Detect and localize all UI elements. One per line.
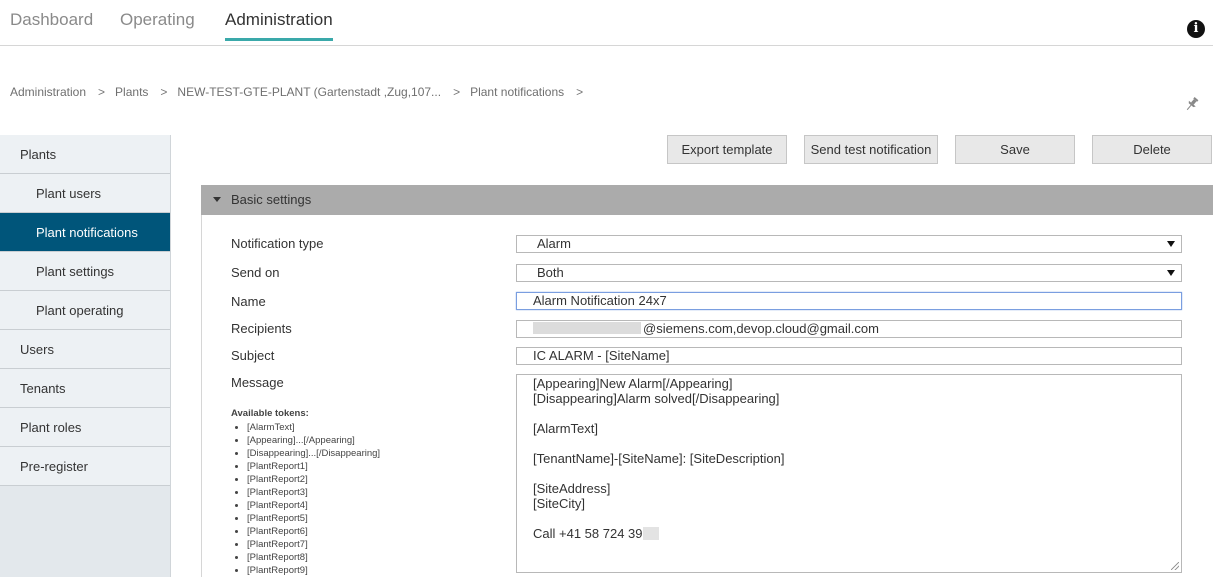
breadcrumb-plant[interactable]: NEW-TEST-GTE-PLANT (Gartenstadt ,Zug,107… [177, 85, 441, 99]
redacted-text [642, 527, 659, 540]
token-item: [PlantReport7] [231, 538, 380, 551]
breadcrumb-plants[interactable]: Plants [115, 85, 148, 99]
tokens-title: Available tokens: [231, 408, 309, 419]
basic-settings-header[interactable]: Basic settings [201, 185, 1213, 215]
breadcrumb-administration[interactable]: Administration [10, 85, 86, 99]
message-line [533, 466, 1165, 481]
message-line: [SiteAddress] [533, 481, 611, 496]
message-line [533, 436, 1165, 451]
breadcrumb-separator: > [576, 85, 584, 99]
message-label: Message [231, 375, 284, 390]
subject-input[interactable]: IC ALARM - [SiteName] [516, 347, 1182, 365]
available-tokens: Available tokens: [AlarmText] [Appearing… [231, 408, 380, 577]
send-on-label: Send on [231, 265, 280, 280]
subject-label: Subject [231, 348, 275, 363]
sidebar-item-tenants[interactable]: Tenants [0, 369, 170, 408]
token-item: [Appearing]...[/Appearing] [231, 434, 380, 447]
subject-value: IC ALARM - [SiteName] [533, 348, 670, 363]
breadcrumb-separator: > [98, 85, 106, 99]
name-input[interactable]: Alarm Notification 24x7 [516, 292, 1182, 310]
sidebar-item-plant-notifications[interactable]: Plant notifications [0, 213, 170, 252]
section-title: Basic settings [231, 192, 312, 207]
name-value: Alarm Notification 24x7 [533, 293, 667, 308]
tokens-list: [AlarmText] [Appearing]...[/Appearing] [… [231, 421, 380, 577]
dropdown-arrow-icon [1167, 270, 1175, 276]
delete-button[interactable]: Delete [1092, 135, 1212, 164]
notification-type-value: Alarm [537, 236, 571, 251]
send-test-notification-button[interactable]: Send test notification [804, 135, 938, 164]
sidebar-item-plant-operating[interactable]: Plant operating [0, 291, 170, 330]
message-line [533, 406, 1165, 421]
token-item: [PlantReport6] [231, 525, 380, 538]
message-line: [SiteCity] [533, 496, 586, 511]
dropdown-arrow-icon [1167, 241, 1175, 247]
name-label: Name [231, 294, 266, 309]
tab-dashboard[interactable]: Dashboard [10, 10, 93, 30]
sidebar: Plants Plant users Plant notifications P… [0, 135, 171, 577]
info-icon[interactable]: i [1187, 20, 1205, 38]
notification-type-label: Notification type [231, 236, 324, 251]
message-textarea[interactable]: [Appearing]New Alarm[/Appearing] [Disapp… [516, 374, 1182, 573]
message-line: [AlarmText] [533, 421, 599, 436]
message-line: [Disappearing]Alarm solved[/Disappearing… [533, 391, 780, 406]
message-line: [Appearing]New Alarm[/Appearing] [533, 376, 733, 391]
token-item: [PlantReport9] [231, 564, 380, 577]
export-template-button[interactable]: Export template [667, 135, 787, 164]
token-item: [PlantReport5] [231, 512, 380, 525]
token-item: [PlantReport2] [231, 473, 380, 486]
tab-administration[interactable]: Administration [225, 10, 333, 41]
sidebar-item-plant-users[interactable]: Plant users [0, 174, 170, 213]
sidebar-item-plant-roles[interactable]: Plant roles [0, 408, 170, 447]
top-navigation: Dashboard Operating Administration i [0, 0, 1213, 46]
message-line-phone: Call +41 58 724 39 [533, 526, 1165, 541]
caret-down-icon [213, 197, 221, 202]
breadcrumb: Administration > Plants > NEW-TEST-GTE-PLANT… [10, 85, 593, 99]
recipients-value: @siemens.com,devop.cloud@gmail.com [643, 321, 879, 336]
recipients-input[interactable]: @siemens.com,devop.cloud@gmail.com [516, 320, 1182, 338]
sidebar-item-plant-settings[interactable]: Plant settings [0, 252, 170, 291]
token-item: [Disappearing]...[/Disappearing] [231, 447, 380, 460]
recipients-label: Recipients [231, 321, 292, 336]
save-button[interactable]: Save [955, 135, 1075, 164]
redacted-text [533, 322, 641, 334]
resize-grip-icon[interactable] [1171, 562, 1179, 570]
token-item: [PlantReport1] [231, 460, 380, 473]
sidebar-item-plants[interactable]: Plants [0, 135, 170, 174]
notification-type-select[interactable]: Alarm [516, 235, 1182, 253]
token-item: [PlantReport3] [231, 486, 380, 499]
token-item: [PlantReport8] [231, 551, 380, 564]
token-item: [PlantReport4] [231, 499, 380, 512]
phone-text: Call +41 58 724 39 [533, 526, 643, 541]
sidebar-item-users[interactable]: Users [0, 330, 170, 369]
send-on-select[interactable]: Both [516, 264, 1182, 282]
breadcrumb-plant-notifications[interactable]: Plant notifications [470, 85, 564, 99]
breadcrumb-separator: > [453, 85, 461, 99]
message-line: [TenantName]-[SiteName]: [SiteDescriptio… [533, 451, 785, 466]
tab-operating[interactable]: Operating [120, 10, 195, 30]
token-item: [AlarmText] [231, 421, 380, 434]
breadcrumb-separator: > [160, 85, 168, 99]
pin-icon[interactable] [1184, 96, 1200, 112]
send-on-value: Both [537, 265, 564, 280]
message-line [533, 511, 1165, 526]
sidebar-item-pre-register[interactable]: Pre-register [0, 447, 170, 486]
